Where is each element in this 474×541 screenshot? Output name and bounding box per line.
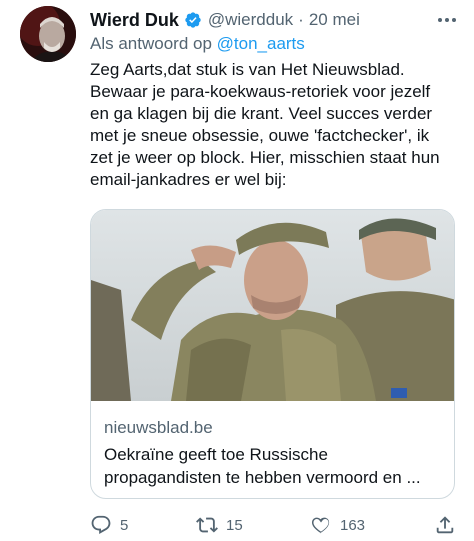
card-title: Oekraïne geeft toe Russische propagandis… [104, 443, 444, 489]
card-title-line: propagandisten te hebben vermoord en ... [104, 468, 421, 487]
share-icon [436, 516, 454, 534]
avatar-image [20, 6, 76, 62]
tweet-text-line: Zeg Aarts,dat stuk is van Het Nieuwsblad… [90, 60, 405, 79]
avatar[interactable] [20, 6, 76, 62]
like-button[interactable]: 163 [310, 514, 365, 536]
card-title-line: Oekraïne geeft toe Russische [104, 445, 328, 464]
reply-mention-link[interactable]: @ton_aarts [217, 34, 305, 53]
tweet-actions: 5 15 163 [90, 514, 460, 536]
reply-context: Als antwoord op @ton_aarts [90, 34, 305, 54]
retweet-icon [196, 517, 218, 533]
tweet-text: Zeg Aarts,dat stuk is van Het Nieuwsblad… [90, 59, 462, 191]
reply-prefix: Als antwoord op [90, 34, 212, 53]
retweet-count: 15 [226, 516, 243, 534]
tweet-text-line: Bewaar je para-koekwaus-retoriek voor je… [90, 82, 431, 101]
verified-badge-icon [184, 11, 202, 29]
tweet-header: Wierd Duk @wierdduk · 20 mei [90, 9, 460, 31]
tweet-text-line: zet je weer op block. Hier, misschien st… [90, 148, 440, 167]
tweet-text-line: en ga klagen bij die krant. Veel succes … [90, 104, 433, 123]
card-domain: nieuwsblad.be [104, 418, 213, 437]
tweet-text-line: email-jankadres er wel bij: [90, 170, 287, 189]
separator-dot: · [298, 10, 304, 29]
tweet-date[interactable]: 20 mei [309, 10, 360, 30]
reply-count: 5 [120, 516, 129, 534]
reply-button[interactable]: 5 [90, 514, 128, 536]
like-count: 163 [340, 516, 366, 534]
link-preview-card[interactable]: nieuwsblad.be Oekraïne geeft toe Russisc… [90, 209, 455, 499]
like-icon [311, 517, 330, 534]
display-name[interactable]: Wierd Duk [90, 10, 179, 31]
tweet-text-line: met je sneue obsessie, ouwe 'factchecker… [90, 126, 430, 145]
more-options-icon[interactable] [434, 9, 460, 31]
user-handle[interactable]: @wierdduk [208, 10, 293, 30]
card-image [91, 210, 454, 401]
share-button[interactable] [434, 514, 456, 536]
retweet-button[interactable]: 15 [196, 514, 243, 536]
reply-icon [91, 515, 111, 534]
